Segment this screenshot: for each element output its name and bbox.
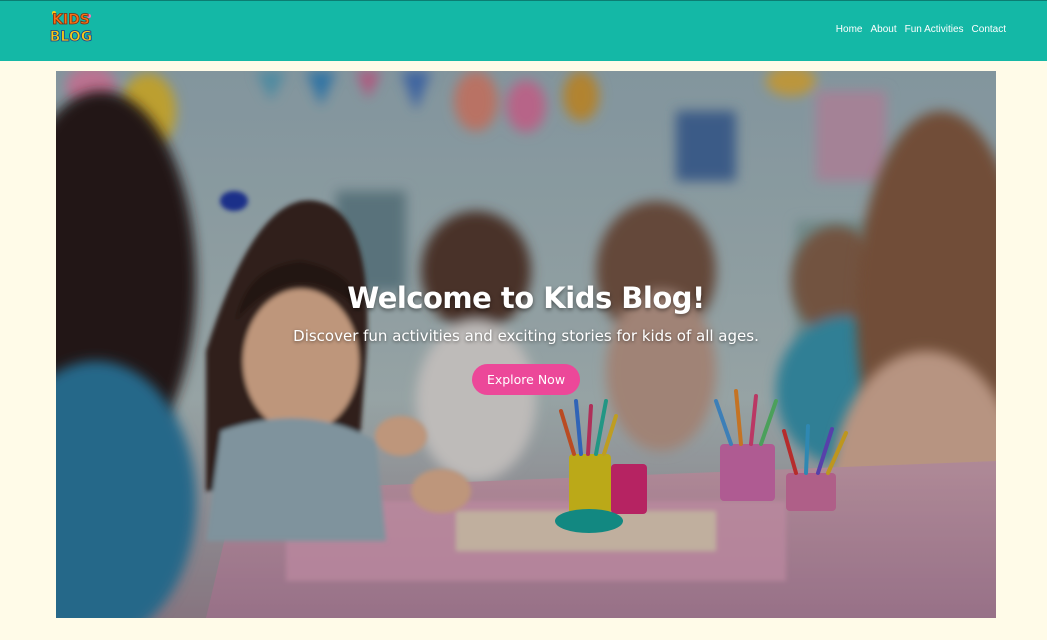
hero-title: Welcome to Kids Blog! (347, 281, 705, 315)
nav-link-home[interactable]: Home (836, 24, 863, 35)
explore-now-button[interactable]: Explore Now (471, 364, 581, 395)
kids-blog-logo[interactable]: KIDS BLOG (48, 7, 94, 47)
svg-text:BLOG: BLOG (50, 29, 93, 45)
svg-text:KIDS: KIDS (52, 12, 90, 28)
nav-link-about[interactable]: About (870, 24, 896, 35)
hero-subtitle: Discover fun activities and exciting sto… (293, 327, 759, 345)
main-nav: Home About Fun Activities Contact (836, 24, 1006, 35)
hero-banner: Welcome to Kids Blog! Discover fun activ… (56, 71, 996, 618)
nav-link-contact[interactable]: Contact (972, 24, 1006, 35)
hero-content: Welcome to Kids Blog! Discover fun activ… (56, 281, 996, 395)
navbar: KIDS BLOG Home About Fun Activities Cont… (0, 0, 1047, 61)
nav-link-fun-activities[interactable]: Fun Activities (905, 24, 964, 35)
